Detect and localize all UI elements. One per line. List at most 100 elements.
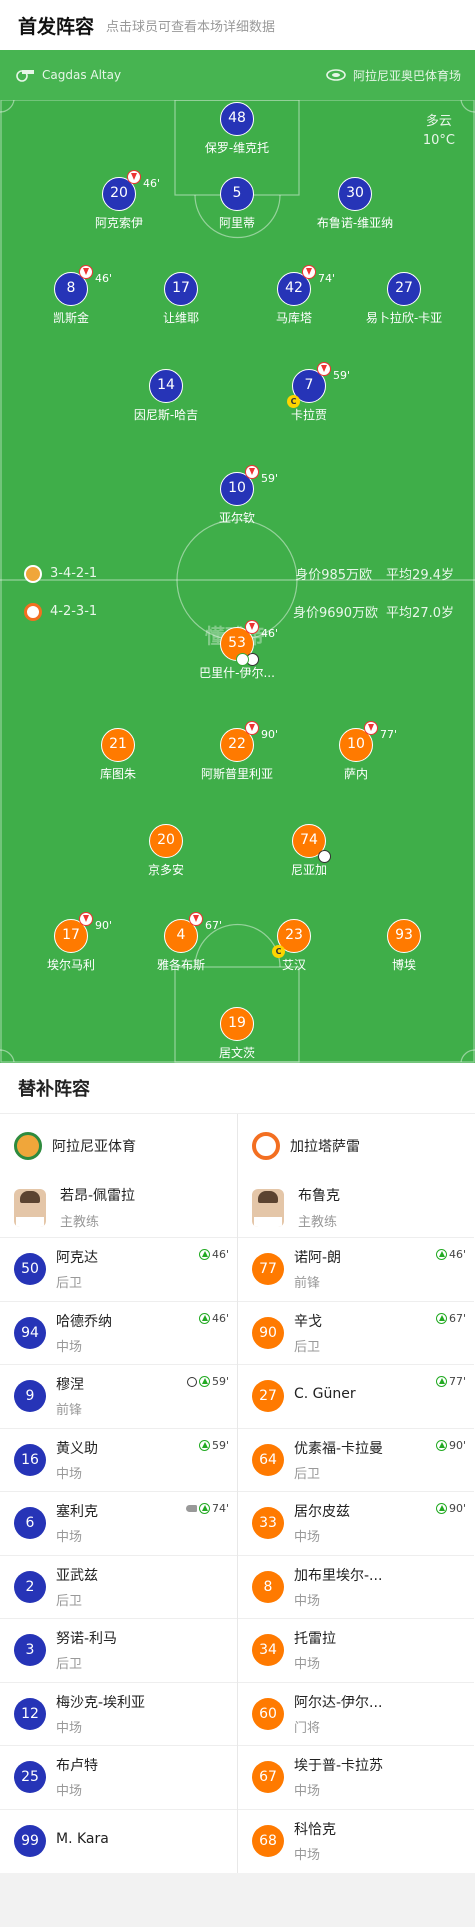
sub-player-row[interactable]: 6 塞利克 中场 74' — [0, 1492, 237, 1556]
away-player[interactable]: 22 90' 阿斯普里利亚 — [177, 721, 297, 782]
home-player[interactable]: 8 46' 凯斯金 — [11, 265, 131, 326]
home-team-row[interactable]: 阿拉尼亚体育 — [0, 1114, 237, 1178]
away-player[interactable]: 20 京多安 — [106, 824, 226, 878]
away-player[interactable]: 21 库图朱 — [58, 728, 178, 782]
page-subtitle: 点击球员可查看本场详细数据 — [106, 19, 276, 35]
player-number: 14 — [157, 377, 175, 393]
sub-player-row[interactable]: 25 布卢特 中场 — [0, 1746, 237, 1810]
goal-ball-icon — [186, 1376, 197, 1387]
player-name: 雅各布斯 — [156, 958, 205, 972]
sub-out-icon — [364, 721, 378, 735]
away-player[interactable]: 19 居文茨 — [177, 1007, 297, 1061]
player-number: 12 — [14, 1697, 46, 1730]
home-average-age: 平均29.4岁 — [386, 568, 454, 583]
sub-player-row[interactable]: 50 阿克达 后卫 46' — [0, 1238, 237, 1302]
player-number: 53 — [228, 635, 246, 651]
home-player[interactable]: 48 保罗-维克托 — [177, 102, 297, 156]
referee-name: Cagdas Altay — [42, 68, 122, 82]
sub-in-time: 77' — [448, 1375, 466, 1388]
captain-badge: C — [287, 395, 300, 408]
weather-temperature: 10°C — [422, 133, 455, 148]
away-team-row[interactable]: 加拉塔萨雷 — [238, 1114, 474, 1178]
away-player[interactable]: 53 46' 巴里什-伊尔... — [177, 620, 297, 681]
away-player[interactable]: 93 博埃 — [344, 919, 464, 973]
coach-role: 主教练 — [60, 1215, 100, 1230]
player-name: 优素福-卡拉曼 — [294, 1440, 384, 1457]
away-player[interactable]: 74 尼亚加 — [249, 824, 369, 878]
home-player[interactable]: 7 59' C 卡拉贾 — [249, 362, 369, 423]
player-name: 辛戈 — [294, 1313, 322, 1330]
sub-in-icon — [435, 1376, 447, 1387]
sub-player-row[interactable]: 8 加布里埃尔-... 中场 — [238, 1556, 474, 1619]
home-team-logo — [24, 564, 42, 583]
player-name: 阿尔达-伊尔... — [294, 1694, 383, 1711]
coach-role: 主教练 — [298, 1215, 338, 1230]
away-average-age: 平均27.0岁 — [386, 606, 454, 621]
player-number: 27 — [395, 280, 413, 296]
sub-player-row[interactable]: 60 阿尔达-伊尔... 门将 — [238, 1683, 474, 1746]
sub-player-row[interactable]: 2 亚武兹 后卫 — [0, 1556, 237, 1619]
sub-out-icon — [245, 620, 259, 634]
player-name: 马库塔 — [275, 311, 312, 325]
sub-player-row[interactable]: 9 穆涅 前锋 59' — [0, 1365, 237, 1429]
player-position: 后卫 — [294, 1466, 321, 1482]
player-position: 中场 — [294, 1848, 321, 1864]
player-position: 中场 — [56, 1530, 83, 1546]
player-number: 8 — [252, 1570, 284, 1603]
sub-player-row[interactable]: 27 C. Güner 77' — [238, 1365, 474, 1429]
sub-player-row[interactable]: 33 居尔皮兹 中场 90' — [238, 1492, 474, 1556]
home-player[interactable]: 27 易卜拉欣-卡亚 — [344, 272, 464, 326]
away-market-value: 身价9690万欧 — [292, 606, 379, 621]
sub-out-icon — [79, 912, 93, 926]
away-coach-row[interactable]: 布鲁克 主教练 — [238, 1178, 474, 1238]
team-name: 加拉塔萨雷 — [290, 1139, 360, 1155]
sub-player-row[interactable]: 94 哈德乔纳 中场 46' — [0, 1302, 237, 1365]
sub-player-row[interactable]: 64 优素福-卡拉曼 后卫 90' — [238, 1429, 474, 1492]
player-name: 穆涅 — [56, 1377, 84, 1394]
sub-time: 46' — [261, 627, 279, 640]
player-name: 居尔皮兹 — [294, 1504, 350, 1521]
assist-icon — [236, 653, 249, 666]
captain-badge: C — [272, 945, 285, 958]
home-player[interactable]: 10 59' 亚尔钦 — [177, 465, 297, 526]
goal-ball-icon — [318, 850, 331, 863]
home-player[interactable]: 20 46' 阿克索伊 — [59, 170, 179, 231]
coach-avatar — [14, 1188, 46, 1227]
sub-player-row[interactable]: 99 M. Kara — [0, 1810, 237, 1874]
sub-player-row[interactable]: 16 黄义助 中场 59' — [0, 1429, 237, 1492]
sub-player-row[interactable]: 12 梅沙克-埃利亚 中场 — [0, 1683, 237, 1746]
home-coach-row[interactable]: 若昂-佩雷拉 主教练 — [0, 1178, 237, 1238]
away-player[interactable]: 17 90' 埃尔马利 — [11, 912, 131, 973]
sub-player-row[interactable]: 3 努诺-利马 后卫 — [0, 1619, 237, 1683]
sub-time: 67' — [205, 919, 223, 932]
player-name: 托雷拉 — [294, 1631, 336, 1648]
player-number: 16 — [14, 1443, 46, 1476]
player-name: 科恰克 — [294, 1822, 336, 1839]
player-name: 让维耶 — [162, 311, 199, 325]
home-player[interactable]: 30 布鲁诺-维亚纳 — [295, 177, 415, 231]
sub-player-row[interactable]: 34 托雷拉 中场 — [238, 1619, 474, 1683]
away-player[interactable]: 10 77' 萨内 — [296, 721, 416, 782]
player-name: 因尼斯-哈吉 — [133, 408, 199, 422]
sub-player-row[interactable]: 68 科恰克 中场 — [238, 1810, 474, 1874]
player-number: 8 — [66, 280, 76, 296]
player-name: 尼亚加 — [290, 863, 327, 877]
sub-player-row[interactable]: 77 诺阿-朗 前锋 46' — [238, 1238, 474, 1302]
player-number: 21 — [109, 736, 127, 752]
player-number: 20 — [110, 185, 128, 201]
home-player[interactable]: 14 因尼斯-哈吉 — [106, 369, 226, 423]
player-name: 亚武兹 — [56, 1567, 98, 1584]
stadium-name: 阿拉尼亚奥巴体育场 — [352, 68, 461, 83]
home-player[interactable]: 5 阿里蒂 — [177, 177, 297, 231]
player-name: 梅沙克-埃利亚 — [56, 1694, 146, 1711]
player-number: 64 — [252, 1443, 284, 1476]
sub-player-row[interactable]: 90 辛戈 后卫 67' — [238, 1302, 474, 1365]
home-player[interactable]: 17 让维耶 — [121, 272, 241, 326]
away-player[interactable]: 4 67' 雅各布斯 — [121, 912, 241, 973]
sub-player-row[interactable]: 67 埃于普-卡拉苏 中场 — [238, 1746, 474, 1810]
home-player[interactable]: 42 74' 马库塔 — [234, 265, 354, 326]
away-player[interactable]: 23 C 艾汉 — [234, 919, 354, 973]
team-name: 阿拉尼亚体育 — [52, 1139, 136, 1155]
player-name: 哈德乔纳 — [56, 1313, 112, 1330]
home-formation-row: 3-4-2-1 身价985万欧 平均29.4岁 — [24, 564, 454, 583]
